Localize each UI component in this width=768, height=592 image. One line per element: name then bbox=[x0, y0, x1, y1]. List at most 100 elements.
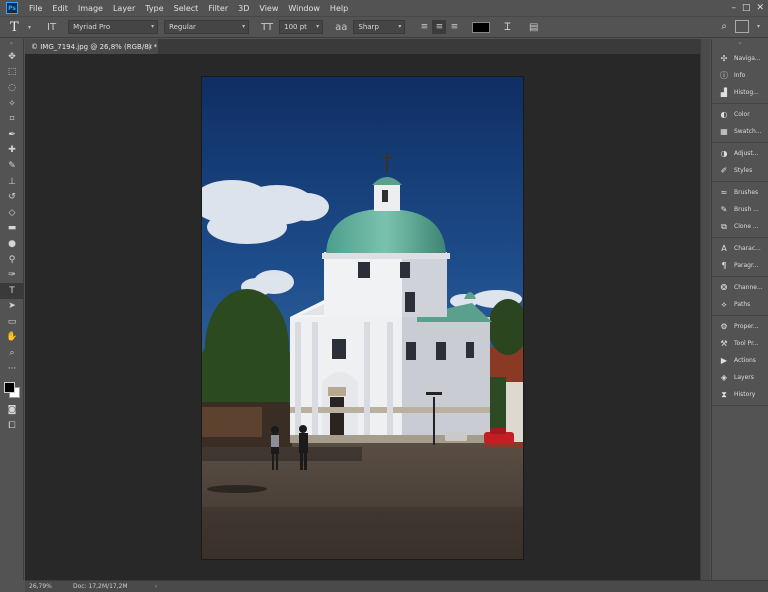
move-tool-icon[interactable]: ✥ bbox=[0, 49, 24, 65]
menu-edit[interactable]: Edit bbox=[47, 4, 73, 13]
chevron-down-icon[interactable]: ▾ bbox=[28, 24, 31, 31]
marquee-tool-icon[interactable]: ⬚ bbox=[0, 65, 24, 81]
panel-label: Proper... bbox=[734, 323, 759, 330]
font-style-value: Regular bbox=[169, 23, 196, 31]
clone-stamp-tool-icon[interactable]: ⊥ bbox=[0, 174, 24, 190]
panel-button-tool-presets[interactable]: ⚒ Tool Pr... bbox=[712, 335, 768, 352]
menu-window[interactable]: Window bbox=[283, 4, 325, 13]
panel-grip[interactable]: « bbox=[712, 39, 768, 48]
eraser-tool-icon[interactable]: ◇ bbox=[0, 205, 24, 221]
blur-tool-icon[interactable]: ● bbox=[0, 236, 24, 252]
photoshop-logo-icon[interactable]: Ps bbox=[6, 2, 18, 14]
panel-button-swatches[interactable]: ▦ Swatch... bbox=[712, 123, 768, 140]
document-tab-title: © IMG_7194.jpg @ 26,8% (RGB/8) * bbox=[31, 42, 158, 51]
character-panel-toggle-icon[interactable]: ▤ bbox=[529, 22, 538, 33]
histogram-icon: ▟ bbox=[720, 88, 728, 97]
panel-button-clone-source[interactable]: ⧉ Clone ... bbox=[712, 218, 768, 235]
menu-type[interactable]: Type bbox=[140, 4, 168, 13]
panel-group: ≈ Brushes ✎ Brush ... ⧉ Clone ... bbox=[712, 182, 768, 238]
align-left-icon[interactable]: ≡ bbox=[417, 20, 431, 34]
minimize-icon[interactable]: – bbox=[731, 3, 736, 13]
brush-tool-icon[interactable]: ✎ bbox=[0, 158, 24, 174]
type-tool-icon[interactable]: T bbox=[0, 282, 24, 299]
font-style-select[interactable]: Regular ▾ bbox=[164, 20, 250, 34]
document-image[interactable] bbox=[202, 77, 523, 559]
panel-button-layers[interactable]: ◈ Layers bbox=[712, 369, 768, 386]
align-center-icon[interactable]: ≡ bbox=[432, 20, 447, 34]
panel-button-brush-settings[interactable]: ✎ Brush ... bbox=[712, 201, 768, 218]
quick-select-tool-icon[interactable]: ✧ bbox=[0, 96, 24, 112]
document-tab-bar: © IMG_7194.jpg @ 26,8% (RGB/8) * × bbox=[25, 39, 700, 54]
status-menu-icon[interactable]: › bbox=[155, 583, 157, 590]
panel-button-color[interactable]: ◐ Color bbox=[712, 106, 768, 123]
panel-label: Actions bbox=[734, 357, 756, 364]
eyedropper-tool-icon[interactable]: ✒ bbox=[0, 127, 24, 143]
more-tools-icon[interactable]: ··· bbox=[0, 361, 24, 377]
zoom-level[interactable]: 26,79% bbox=[25, 583, 73, 590]
chevron-down-icon[interactable]: ▾ bbox=[757, 23, 760, 30]
menu-filter[interactable]: Filter bbox=[203, 4, 233, 13]
status-bar: 26,79% Doc: 17,2M/17,2M › bbox=[25, 580, 768, 592]
panel-button-histogram[interactable]: ▟ Histog... bbox=[712, 84, 768, 101]
adjustments-icon: ◑ bbox=[720, 149, 728, 158]
zoom-tool-icon[interactable]: ⌕ bbox=[0, 345, 24, 361]
quick-mask-icon[interactable]: ◙ bbox=[0, 402, 24, 418]
panel-button-brushes[interactable]: ≈ Brushes bbox=[712, 184, 768, 201]
document-tab[interactable]: © IMG_7194.jpg @ 26,8% (RGB/8) * × bbox=[25, 39, 158, 54]
panel-button-styles[interactable]: ✐ Styles bbox=[712, 162, 768, 179]
panel-button-properties[interactable]: ⚙ Proper... bbox=[712, 318, 768, 335]
panel-button-paths[interactable]: ⟡ Paths bbox=[712, 296, 768, 313]
menu-file[interactable]: File bbox=[24, 4, 47, 13]
warp-text-icon[interactable]: Ꮖ bbox=[504, 22, 511, 33]
pen-tool-icon[interactable]: ✑ bbox=[0, 267, 24, 283]
type-tool-preset-icon[interactable]: T bbox=[10, 20, 28, 35]
menu-view[interactable]: View bbox=[254, 4, 283, 13]
close-tab-icon[interactable]: × bbox=[147, 43, 153, 51]
vertical-scrollbar[interactable] bbox=[700, 39, 710, 580]
close-icon[interactable]: ✕ bbox=[756, 3, 764, 13]
actions-icon: ▶ bbox=[720, 356, 728, 365]
search-icon[interactable]: ⌕ bbox=[721, 21, 727, 32]
lasso-tool-icon[interactable]: ◌ bbox=[0, 80, 24, 96]
panel-button-character[interactable]: A Charac... bbox=[712, 240, 768, 257]
hand-tool-icon[interactable]: ✋ bbox=[0, 330, 24, 346]
font-size-select[interactable]: 100 pt ▾ bbox=[279, 20, 324, 34]
anti-alias-select[interactable]: Sharp ▾ bbox=[353, 20, 406, 34]
align-right-icon[interactable]: ≡ bbox=[447, 20, 461, 34]
workspace-icon[interactable] bbox=[734, 20, 749, 33]
text-color-swatch[interactable] bbox=[472, 21, 491, 33]
paragraph-icon: ¶ bbox=[721, 261, 727, 270]
shape-tool-icon[interactable]: ▭ bbox=[0, 314, 24, 330]
menu-help[interactable]: Help bbox=[325, 4, 353, 13]
panel-button-info[interactable]: ⓘ Info bbox=[712, 67, 768, 84]
canvas-area[interactable] bbox=[25, 54, 700, 580]
panel-label: Swatch... bbox=[734, 128, 762, 135]
panel-dock: « ✣ Naviga... ⓘ Info ▟ Histog... ◐ Color ▦ Swatch… bbox=[711, 39, 768, 580]
menu-image[interactable]: Image bbox=[73, 4, 108, 13]
menu-select[interactable]: Select bbox=[169, 4, 204, 13]
maximize-icon[interactable]: □ bbox=[742, 3, 751, 13]
panel-label: History bbox=[734, 391, 756, 398]
history-brush-tool-icon[interactable]: ↺ bbox=[0, 189, 24, 205]
gradient-tool-icon[interactable]: ▬ bbox=[0, 221, 24, 237]
panel-button-channels[interactable]: ❂ Channe... bbox=[712, 279, 768, 296]
menu-layer[interactable]: Layer bbox=[108, 4, 140, 13]
font-family-select[interactable]: Myriad Pro ▾ bbox=[68, 20, 159, 34]
screen-mode-icon[interactable]: ⧠ bbox=[0, 418, 24, 434]
panel-grip[interactable]: » bbox=[0, 39, 23, 49]
foreground-color-swatch[interactable] bbox=[4, 382, 15, 394]
panel-button-history[interactable]: ⧗ History bbox=[712, 386, 768, 403]
dodge-tool-icon[interactable]: ⚲ bbox=[0, 252, 24, 268]
healing-tool-icon[interactable]: ✚ bbox=[0, 143, 24, 159]
panel-label: Styles bbox=[734, 167, 753, 174]
character-icon: A bbox=[721, 244, 727, 253]
panel-button-navigator[interactable]: ✣ Naviga... bbox=[712, 50, 768, 67]
panel-button-adjustments[interactable]: ◑ Adjust... bbox=[712, 145, 768, 162]
menu-3d[interactable]: 3D bbox=[233, 4, 254, 13]
path-select-tool-icon[interactable]: ➤ bbox=[0, 299, 24, 315]
panel-button-actions[interactable]: ▶ Actions bbox=[712, 352, 768, 369]
panel-button-paragraph[interactable]: ¶ Paragr... bbox=[712, 257, 768, 274]
crop-tool-icon[interactable]: ⌗ bbox=[0, 111, 24, 127]
text-orientation-icon[interactable]: IT bbox=[47, 22, 56, 33]
panel-label: Brush ... bbox=[734, 206, 759, 213]
